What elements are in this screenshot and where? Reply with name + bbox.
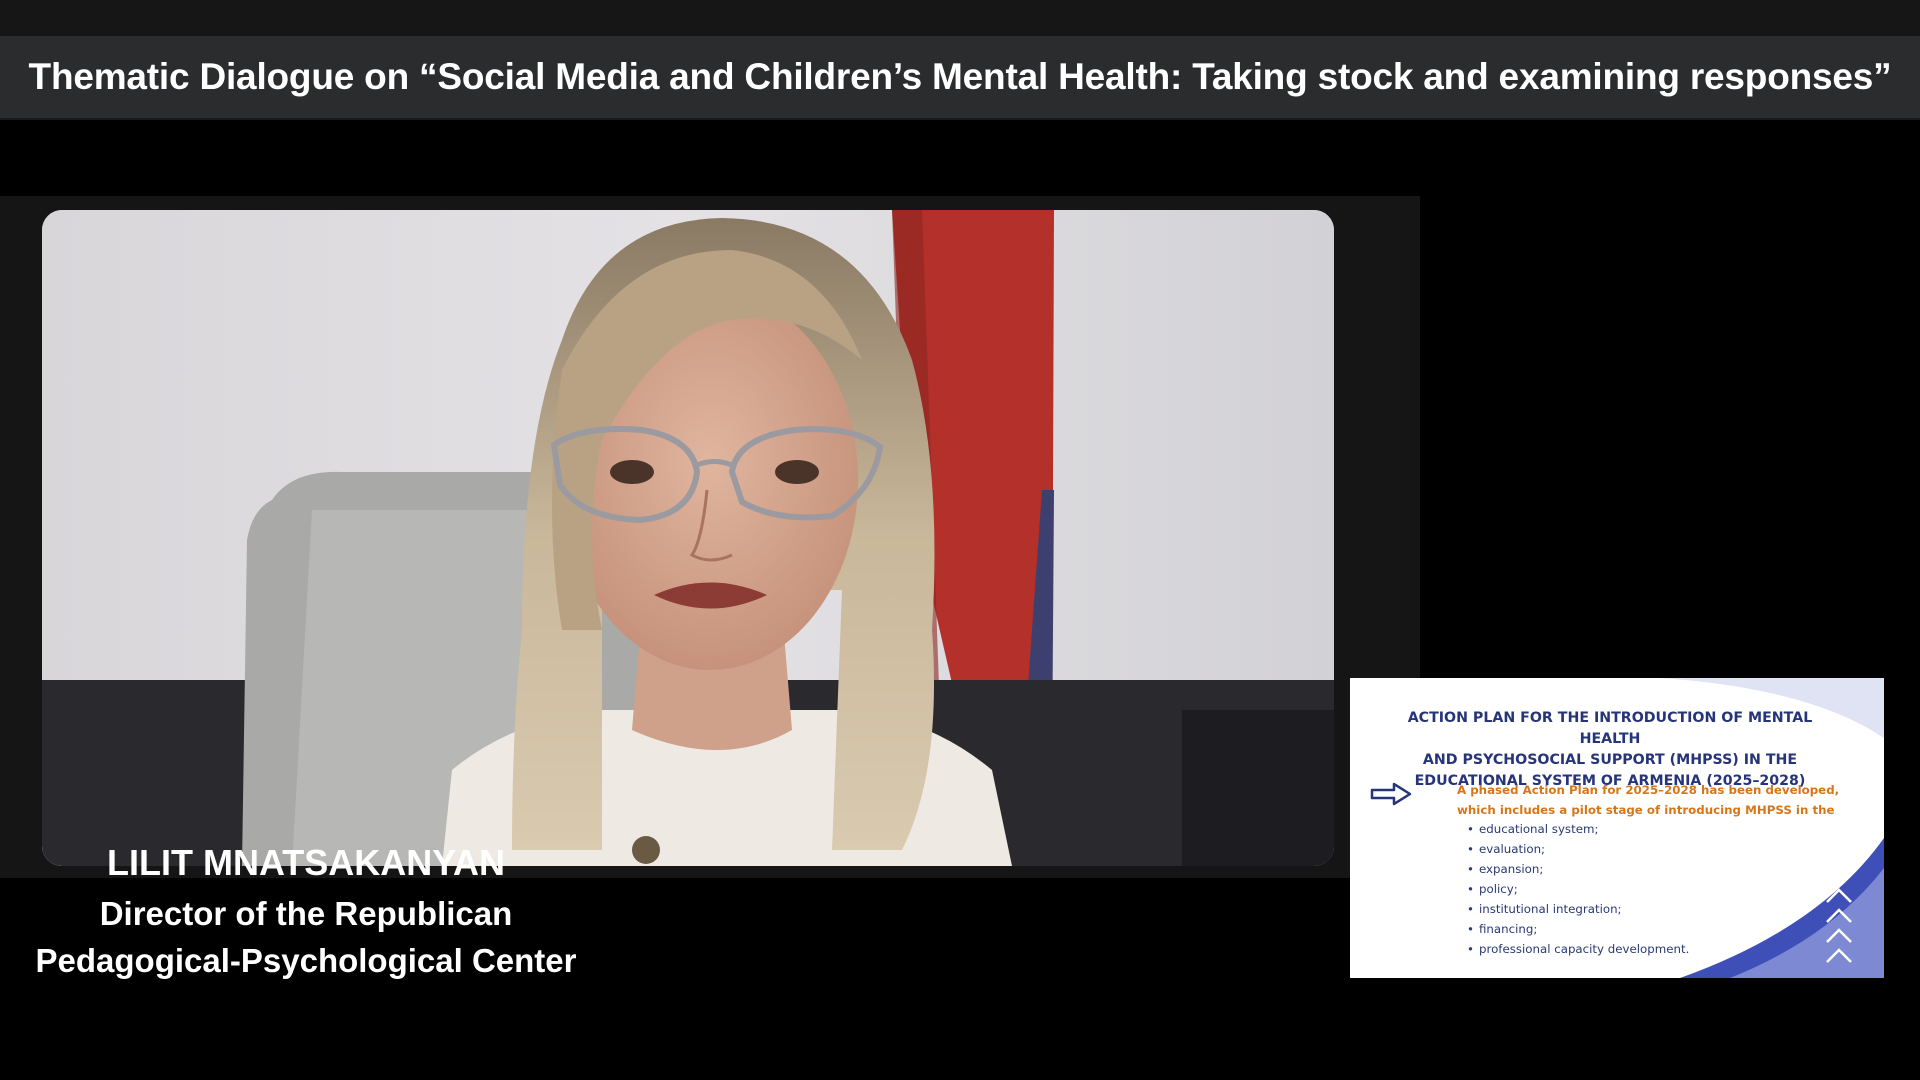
slide-bullet-list: educational system; evaluation; expansio… [1467, 819, 1689, 959]
list-item: policy; [1467, 879, 1689, 899]
top-strip [0, 0, 1920, 36]
presentation-slide[interactable]: ACTION PLAN FOR THE INTRODUCTION OF MENT… [1350, 678, 1884, 978]
speaker-caption: LILIT MNATSAKANYAN Director of the Repub… [20, 836, 592, 984]
event-title: Thematic Dialogue on “Social Media and C… [28, 56, 1892, 97]
list-item: evaluation; [1467, 839, 1689, 859]
list-item: educational system; [1467, 819, 1689, 839]
speaker-video[interactable] [42, 210, 1334, 866]
speaker-role-line2: Pedagogical-Psychological Center [35, 942, 577, 979]
slide-lead-text: A phased Action Plan for 2025–2028 has b… [1457, 783, 1840, 817]
title-bar: Thematic Dialogue on “Social Media and C… [0, 36, 1920, 118]
speaker-video-image [42, 210, 1334, 866]
list-item: expansion; [1467, 859, 1689, 879]
list-item: financing; [1467, 919, 1689, 939]
chevrons-up-icon [1826, 888, 1852, 963]
list-item: professional capacity development. [1467, 939, 1689, 959]
arrow-right-outline-icon [1370, 782, 1412, 806]
speaker-role-line1: Director of the Republican [99, 895, 513, 932]
speaker-name: LILIT MNATSAKANYAN [107, 842, 505, 883]
list-item: institutional integration; [1467, 899, 1689, 919]
